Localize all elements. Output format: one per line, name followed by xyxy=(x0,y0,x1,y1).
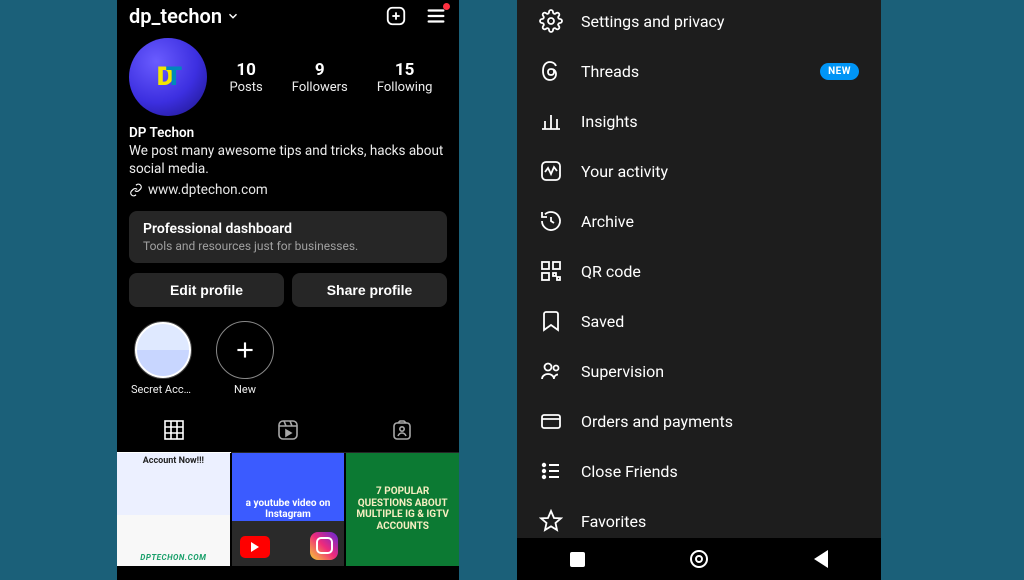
professional-dashboard[interactable]: Professional dashboard Tools and resourc… xyxy=(129,211,447,263)
bio-link[interactable]: www.dptechon.com xyxy=(129,181,447,199)
menu-label: Insights xyxy=(581,112,638,131)
menu-close-friends[interactable]: Close Friends xyxy=(517,446,881,496)
highlight-new[interactable]: New xyxy=(213,321,277,396)
stat-following[interactable]: 15 Following xyxy=(377,60,433,95)
nav-back-button[interactable] xyxy=(814,550,828,568)
menu-label: Favorites xyxy=(581,512,646,531)
menu-orders-payments[interactable]: Orders and payments xyxy=(517,396,881,446)
bio-text: We post many awesome tips and tricks, ha… xyxy=(129,142,447,178)
menu-saved[interactable]: Saved xyxy=(517,296,881,346)
nav-recent-button[interactable] xyxy=(570,552,585,567)
menu-settings-privacy[interactable]: Settings and privacy xyxy=(517,0,881,46)
profile-header: DT 10 Posts 9 Followers 15 Following xyxy=(117,38,459,116)
post-thumbnail[interactable]: Account Now!!! DPTECHON.COM xyxy=(117,453,230,566)
posts-grid: Account Now!!! DPTECHON.COM a youtube vi… xyxy=(117,453,459,566)
menu-insights[interactable]: Insights xyxy=(517,96,881,146)
highlight-secret-account[interactable]: Secret Account xyxy=(131,321,195,396)
new-badge: NEW xyxy=(820,63,859,80)
menu-label: Threads xyxy=(581,62,639,81)
post-text: a youtube video on Instagram xyxy=(238,498,339,521)
menu-your-activity[interactable]: Your activity xyxy=(517,146,881,196)
qr-code-icon xyxy=(539,259,563,283)
chevron-down-icon xyxy=(226,9,240,23)
highlight-thumb xyxy=(135,322,191,378)
star-icon xyxy=(539,509,563,533)
dashboard-subtitle: Tools and resources just for businesses. xyxy=(143,239,433,253)
stat-posts[interactable]: 10 Posts xyxy=(230,60,263,95)
menu-label: Close Friends xyxy=(581,462,678,481)
settings-menu: Settings and privacy Threads NEW Insight… xyxy=(517,0,881,580)
link-icon xyxy=(129,183,143,197)
credit-card-icon xyxy=(539,409,563,433)
create-post-button[interactable] xyxy=(385,5,407,27)
tagged-icon xyxy=(390,418,414,442)
archive-icon xyxy=(539,209,563,233)
tab-grid[interactable] xyxy=(117,408,231,452)
menu-label: QR code xyxy=(581,262,641,281)
android-nav-bar xyxy=(517,538,881,580)
profile-screen: dp_techon DT 10 Posts 9 Followers xyxy=(117,0,459,580)
supervision-icon xyxy=(539,359,563,383)
tab-tagged[interactable] xyxy=(345,408,459,452)
following-label: Following xyxy=(377,80,433,95)
post-thumbnail[interactable]: a youtube video on Instagram xyxy=(232,453,345,566)
menu-supervision[interactable]: Supervision xyxy=(517,346,881,396)
gear-icon xyxy=(539,9,563,33)
menu-label: Your activity xyxy=(581,162,668,181)
posts-count: 10 xyxy=(230,60,263,80)
post-text: Account Now!!! xyxy=(117,456,230,466)
edit-profile-button[interactable]: Edit profile xyxy=(129,273,284,307)
followers-count: 9 xyxy=(292,60,348,80)
plus-icon xyxy=(232,337,258,363)
menu-threads[interactable]: Threads NEW xyxy=(517,46,881,96)
settings-menu-screen: Settings and privacy Threads NEW Insight… xyxy=(517,0,881,580)
display-name: DP Techon xyxy=(129,124,447,142)
highlight-label: Secret Account xyxy=(131,383,195,396)
post-thumbnail[interactable]: 7 Popular questions about multiple IG & … xyxy=(346,453,459,566)
share-profile-button[interactable]: Share profile xyxy=(292,273,447,307)
instagram-icon xyxy=(310,532,338,560)
nav-home-button[interactable] xyxy=(690,550,708,568)
post-footer: DPTECHON.COM xyxy=(117,553,230,562)
activity-icon xyxy=(539,159,563,183)
avatar[interactable]: DT xyxy=(129,38,207,116)
username-switcher[interactable]: dp_techon xyxy=(129,4,240,28)
menu-button[interactable] xyxy=(425,5,447,27)
story-highlights: Secret Account New xyxy=(117,307,459,402)
menu-label: Settings and privacy xyxy=(581,12,725,31)
menu-archive[interactable]: Archive xyxy=(517,196,881,246)
posts-label: Posts xyxy=(230,80,263,95)
menu-label: Archive xyxy=(581,212,634,231)
dashboard-title: Professional dashboard xyxy=(143,221,433,237)
youtube-icon xyxy=(240,536,270,558)
username-text: dp_techon xyxy=(129,4,222,28)
topbar: dp_techon xyxy=(117,0,459,38)
followers-label: Followers xyxy=(292,80,348,95)
post-text: 7 Popular questions about multiple IG & … xyxy=(352,486,453,532)
menu-label: Supervision xyxy=(581,362,664,381)
highlight-label: New xyxy=(213,383,277,396)
stat-followers[interactable]: 9 Followers xyxy=(292,60,348,95)
following-count: 15 xyxy=(377,60,433,80)
menu-label: Orders and payments xyxy=(581,412,733,431)
reels-icon xyxy=(276,418,300,442)
bar-chart-icon xyxy=(539,109,563,133)
tab-reels[interactable] xyxy=(231,408,345,452)
bookmark-icon xyxy=(539,309,563,333)
grid-icon xyxy=(162,418,186,442)
notification-dot xyxy=(443,3,450,10)
profile-tabs xyxy=(117,408,459,453)
list-icon xyxy=(539,459,563,483)
menu-qr-code[interactable]: QR code xyxy=(517,246,881,296)
bio-link-text: www.dptechon.com xyxy=(148,181,268,199)
menu-label: Saved xyxy=(581,312,624,331)
bio: DP Techon We post many awesome tips and … xyxy=(117,116,459,201)
threads-icon xyxy=(539,59,563,83)
